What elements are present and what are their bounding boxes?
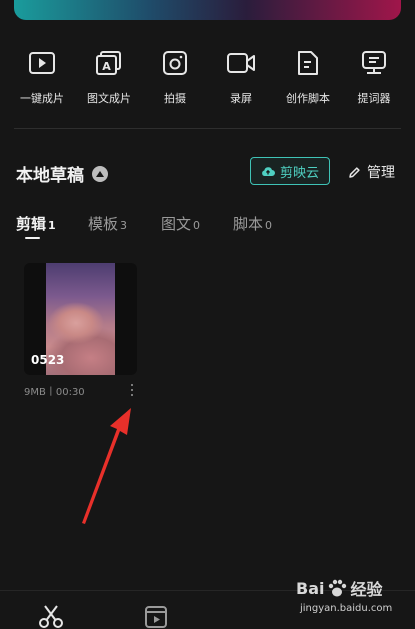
- drafts-title: 本地草稿: [16, 166, 84, 186]
- tab-label: 图文: [161, 215, 192, 233]
- tool-label: 提词器: [357, 92, 391, 105]
- tab-count: 1: [48, 219, 56, 232]
- tab-underline: [25, 237, 40, 239]
- manage-label: 管理: [367, 165, 395, 181]
- tab-edit[interactable]: 剪辑 1: [16, 213, 56, 234]
- tool-one-click-video[interactable]: 一键成片: [7, 48, 77, 106]
- tool-label: 创作脚本: [286, 92, 330, 105]
- cloud-button[interactable]: 剪映云: [250, 157, 330, 185]
- manage-button[interactable]: 管理: [348, 162, 395, 182]
- paw-icon: [329, 579, 347, 597]
- watermark-brand: Bai: [296, 578, 325, 598]
- tab-count: 0: [265, 219, 273, 232]
- draft-duration-badge: 0523: [31, 353, 65, 367]
- tab-count: 3: [120, 219, 128, 232]
- watermark-url: jingyan.baidu.com: [300, 603, 393, 614]
- tool-shoot[interactable]: 拍摄: [140, 48, 210, 106]
- tab-label: 模板: [88, 215, 119, 233]
- script-icon: [293, 48, 323, 78]
- tab-count: 0: [193, 219, 201, 232]
- tool-row: 一键成片 A 图文成片 拍摄 录屏 创作脚本 提词器: [0, 48, 415, 108]
- scissors-icon[interactable]: [38, 605, 64, 629]
- tool-screen-record[interactable]: 录屏: [206, 48, 276, 106]
- tab-script[interactable]: 脚本 0: [233, 213, 272, 234]
- tool-label: 拍摄: [164, 92, 186, 105]
- top-banner[interactable]: [14, 0, 401, 20]
- image-text-icon: A: [94, 48, 124, 78]
- collapse-icon[interactable]: [92, 165, 108, 182]
- tab-image-text[interactable]: 图文 0: [161, 213, 200, 234]
- tab-label: 剪辑: [16, 215, 47, 233]
- camera-icon: [160, 48, 190, 78]
- cloud-upload-icon: [262, 166, 275, 176]
- template-icon[interactable]: [144, 605, 168, 629]
- svg-text:A: A: [102, 60, 111, 73]
- draft-card[interactable]: 0523: [24, 263, 137, 375]
- divider: [14, 128, 401, 129]
- more-options-icon[interactable]: [126, 383, 138, 397]
- tab-label: 脚本: [233, 215, 264, 233]
- pencil-icon: [349, 166, 360, 178]
- tool-label: 录屏: [230, 92, 252, 105]
- draft-meta: 9MB丨00:30: [24, 387, 85, 398]
- tool-image-text-video[interactable]: A 图文成片: [74, 48, 144, 106]
- tool-label: 图文成片: [87, 92, 131, 105]
- tool-teleprompter[interactable]: 提词器: [339, 48, 409, 106]
- watermark-brand2: 经验: [350, 580, 383, 599]
- play-icon: [27, 48, 57, 78]
- record-icon: [226, 48, 256, 78]
- tab-template[interactable]: 模板 3: [88, 213, 127, 234]
- tool-create-script[interactable]: 创作脚本: [273, 48, 343, 106]
- tool-label: 一键成片: [20, 92, 64, 105]
- drafts-header: 本地草稿: [16, 161, 108, 186]
- teleprompter-icon: [359, 48, 389, 78]
- watermark-logo: Bai 经验: [296, 576, 383, 600]
- cloud-label: 剪映云: [279, 165, 319, 181]
